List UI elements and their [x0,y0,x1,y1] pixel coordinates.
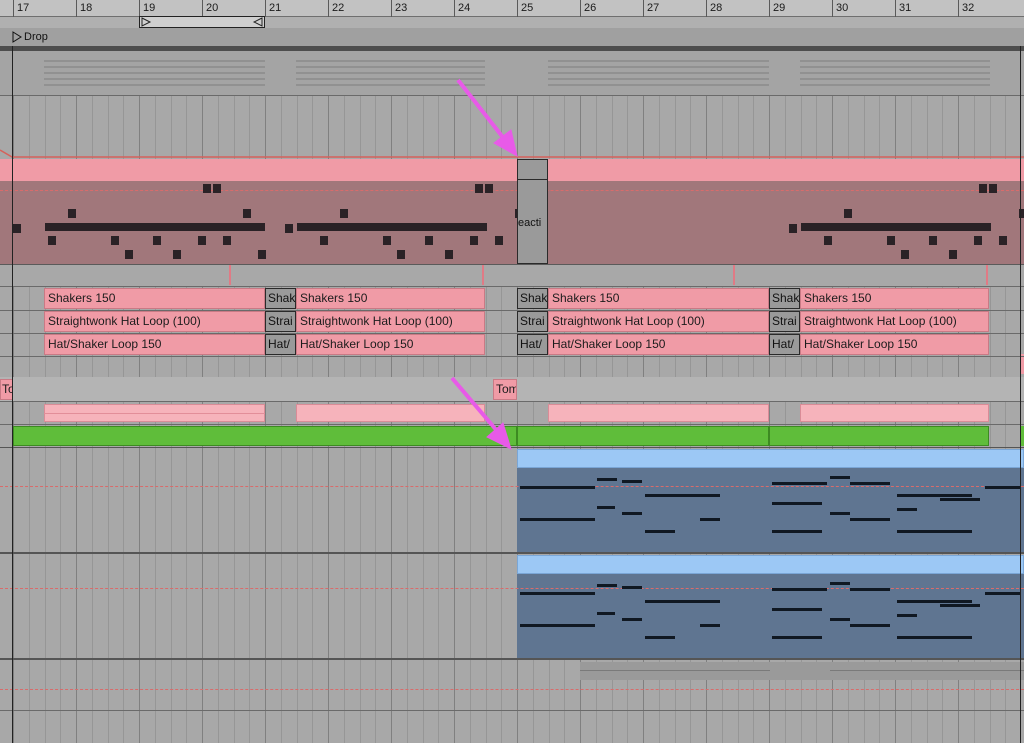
annotation-arrows [450,78,518,450]
arrangement-view[interactable]: 17 18 19 20 21 22 23 24 25 26 27 28 29 30 31 32 Drop [0,0,1024,743]
annotation-arrow-icon [456,78,507,142]
